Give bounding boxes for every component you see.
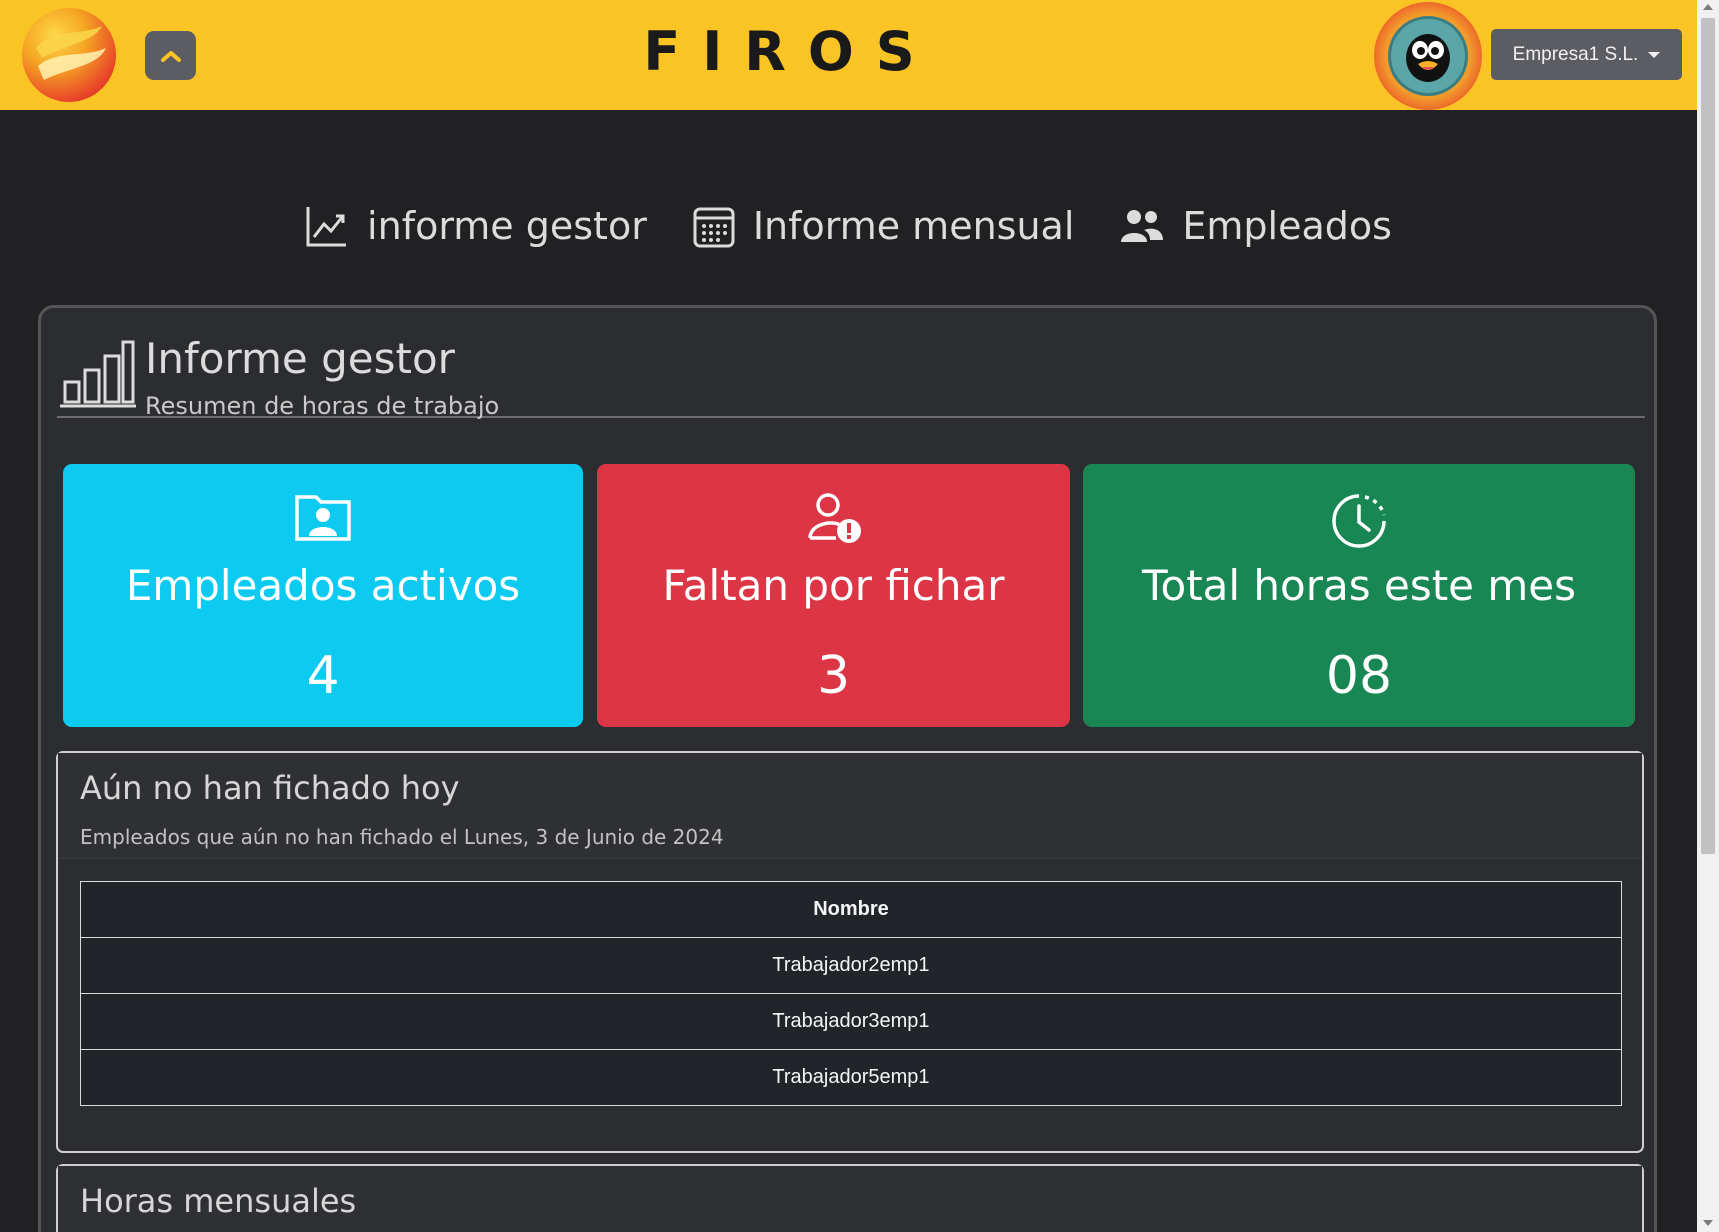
stat-label: Empleados activos bbox=[125, 561, 521, 610]
card-header: Informe gestor Resumen de horas de traba… bbox=[57, 328, 1645, 420]
person-alert-icon bbox=[807, 493, 861, 543]
avatar[interactable] bbox=[1374, 2, 1482, 110]
informe-gestor-card: Informe gestor Resumen de horas de traba… bbox=[38, 305, 1657, 1232]
caret-down-icon bbox=[1648, 51, 1661, 58]
company-label: Empresa1 S.L. bbox=[1512, 43, 1639, 65]
pending-employees-table: Nombre Trabajador2emp1 Trabajador3emp1 T… bbox=[80, 881, 1622, 1106]
scroll-up-arrow-icon[interactable] bbox=[1703, 4, 1713, 10]
main-nav: informe gestor Informe mensual Empleados bbox=[0, 196, 1697, 256]
stat-value: 08 bbox=[1325, 646, 1393, 706]
scroll-down-arrow-icon[interactable] bbox=[1703, 1220, 1713, 1226]
table-cell: Trabajador3emp1 bbox=[80, 993, 1622, 1050]
top-bar: FIROS Empresa1 S.L. bbox=[0, 0, 1697, 110]
nav-item-informe-gestor[interactable]: informe gestor bbox=[305, 196, 647, 256]
person-id-icon bbox=[295, 495, 351, 541]
nav-item-label: informe gestor bbox=[367, 204, 647, 248]
clock-icon bbox=[1332, 494, 1386, 548]
stat-value: 3 bbox=[816, 646, 851, 706]
table-cell: Trabajador2emp1 bbox=[80, 937, 1622, 994]
nav-item-informe-mensual[interactable]: Informe mensual bbox=[693, 196, 1075, 256]
table-header-row: Nombre bbox=[80, 881, 1622, 938]
users-icon bbox=[1121, 210, 1164, 242]
calendar-icon bbox=[693, 207, 735, 248]
table-row: Trabajador2emp1 bbox=[80, 937, 1622, 994]
card-title: Aún no han fichado hoy bbox=[80, 769, 460, 807]
bar-chart-icon bbox=[60, 340, 136, 408]
chart-line-icon bbox=[306, 207, 347, 247]
card-title: Horas mensuales bbox=[80, 1182, 357, 1220]
scroll-thumb[interactable] bbox=[1701, 18, 1715, 854]
table-row: Trabajador5emp1 bbox=[80, 1049, 1622, 1106]
card-header: Aún no han fichado hoy Empleados que aún… bbox=[58, 753, 1642, 859]
stat-card-total-horas[interactable]: Total horas este mes 08 bbox=[1083, 464, 1635, 727]
brand-title: FIROS bbox=[643, 20, 937, 83]
stat-value: 4 bbox=[306, 646, 340, 706]
table-cell: Trabajador5emp1 bbox=[80, 1049, 1622, 1106]
stat-card-empleados-activos[interactable]: Empleados activos 4 bbox=[63, 464, 583, 727]
stat-label: Faltan por fichar bbox=[662, 561, 1005, 610]
table-row: Trabajador3emp1 bbox=[80, 993, 1622, 1050]
page-subtitle: Resumen de horas de trabajo bbox=[145, 392, 500, 420]
penguin-icon bbox=[1406, 34, 1450, 82]
column-header-nombre: Nombre bbox=[80, 881, 1622, 938]
company-dropdown[interactable]: Empresa1 S.L. bbox=[1491, 29, 1682, 80]
card-header: Horas mensuales bbox=[58, 1166, 1642, 1232]
stat-card-faltan-por-fichar[interactable]: Faltan por fichar 3 bbox=[597, 464, 1070, 727]
pending-employees-card: Aún no han fichado hoy Empleados que aún… bbox=[56, 751, 1644, 1153]
page-title: Informe gestor bbox=[145, 334, 455, 383]
nav-item-label: Empleados bbox=[1182, 204, 1392, 248]
stat-label: Total horas este mes bbox=[1141, 561, 1576, 610]
nav-item-empleados[interactable]: Empleados bbox=[1120, 196, 1392, 256]
monthly-hours-card: Horas mensuales bbox=[56, 1164, 1644, 1232]
card-description: Empleados que aún no han fichado el Lune… bbox=[80, 825, 724, 849]
scrollbar[interactable] bbox=[1697, 0, 1719, 1232]
nav-item-label: Informe mensual bbox=[752, 204, 1075, 248]
